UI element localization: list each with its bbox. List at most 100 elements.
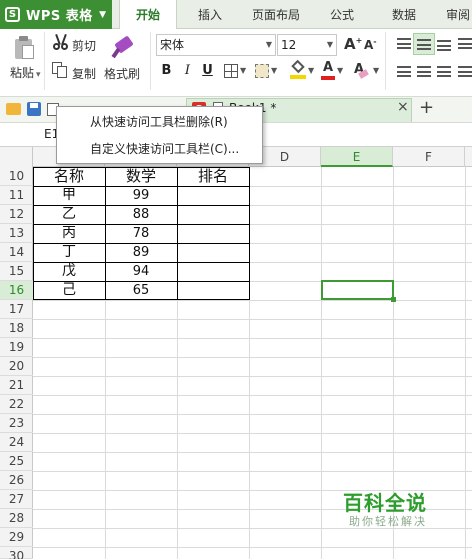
table-cell[interactable]: 丙 [33, 224, 105, 243]
select-all-corner[interactable] [0, 147, 33, 167]
table-cell[interactable]: 65 [105, 281, 177, 300]
header-cell-name[interactable]: 名称 [33, 167, 105, 186]
font-color-icon[interactable]: A [321, 60, 335, 80]
table-cell[interactable]: 88 [105, 205, 177, 224]
chevron-down-icon[interactable]: ▼ [308, 66, 314, 75]
row-header[interactable]: 24 [0, 433, 33, 452]
table-cell[interactable]: 78 [105, 224, 177, 243]
table-cell[interactable] [177, 262, 249, 281]
table-cell[interactable]: 乙 [33, 205, 105, 224]
row-header[interactable]: 12 [0, 205, 33, 224]
row-header[interactable]: 30 [0, 547, 33, 559]
grid-line [33, 376, 472, 377]
spreadsheet-window: S WPS 表格 ▼ 开始 插入 页面布局 公式 数据 审阅 粘贴 ▾ 剪切 复制… [0, 0, 472, 559]
table-cell[interactable] [177, 243, 249, 262]
row-header[interactable]: 18 [0, 319, 33, 338]
grid-line [33, 547, 472, 548]
wrap-text-icon[interactable] [458, 38, 472, 49]
open-folder-icon[interactable] [6, 103, 21, 115]
row-header[interactable]: 15 [0, 262, 33, 281]
divider [44, 32, 45, 90]
tab-data[interactable]: 数据 [380, 0, 428, 29]
menu-item-customize-qat[interactable]: 自定义快速访问工具栏(C)... [57, 137, 262, 162]
save-icon[interactable] [27, 102, 41, 116]
align-center-icon[interactable] [417, 66, 431, 77]
tab-home[interactable]: 开始 [119, 0, 177, 30]
align-bottom-icon[interactable] [437, 40, 451, 51]
chevron-down-icon[interactable]: ▼ [271, 66, 277, 75]
fill-pattern-icon[interactable] [255, 64, 269, 78]
table-cell[interactable]: 89 [105, 243, 177, 262]
table-cell[interactable]: 99 [105, 186, 177, 205]
tab-review[interactable]: 审阅 [446, 0, 472, 29]
chevron-down-icon[interactable]: ▼ [373, 66, 379, 75]
bold-button[interactable]: B [158, 62, 175, 80]
tab-page-layout[interactable]: 页面布局 [245, 0, 307, 29]
paste-button[interactable]: 粘贴 ▾ [10, 64, 41, 81]
chevron-down-icon[interactable]: ▼ [240, 66, 246, 75]
shrink-font-button[interactable]: A- [364, 37, 377, 52]
copy-icon[interactable] [52, 62, 68, 79]
column-header-e[interactable]: E [321, 147, 393, 167]
table-cell[interactable]: 丁 [33, 243, 105, 262]
close-tab-button[interactable]: × [397, 99, 409, 115]
grow-font-button[interactable]: A+ [344, 35, 362, 53]
paste-icon[interactable] [13, 36, 35, 60]
menu-item-remove-from-qat[interactable]: 从快速访问工具栏删除(R) [57, 110, 262, 135]
clear-format-icon[interactable]: A [352, 62, 369, 79]
header-cell-rank[interactable]: 排名 [177, 167, 249, 186]
row-header[interactable]: 29 [0, 528, 33, 547]
table-cell[interactable]: 戊 [33, 262, 105, 281]
row-header[interactable]: 28 [0, 509, 33, 528]
chevron-down-icon[interactable]: ▼ [337, 66, 343, 75]
align-left-icon[interactable] [397, 66, 411, 77]
borders-icon[interactable] [224, 64, 238, 78]
chevron-down-icon: ▼ [326, 40, 333, 49]
row-header[interactable]: 17 [0, 300, 33, 319]
table-cell[interactable] [177, 205, 249, 224]
row-header[interactable]: 14 [0, 243, 33, 262]
tab-formula[interactable]: 公式 [318, 0, 366, 29]
font-size-select[interactable]: 12 ▼ [277, 34, 337, 56]
table-cell[interactable]: 94 [105, 262, 177, 281]
column-header-f[interactable]: F [393, 147, 465, 167]
selected-cell[interactable] [321, 280, 394, 300]
row-header[interactable]: 23 [0, 414, 33, 433]
justify-icon[interactable] [458, 66, 472, 77]
row-header[interactable]: 19 [0, 338, 33, 357]
italic-button[interactable]: I [179, 62, 196, 80]
grid-line [33, 319, 472, 320]
table-cell[interactable]: 己 [33, 281, 105, 300]
fill-color-icon[interactable] [290, 59, 306, 79]
fill-handle[interactable] [391, 297, 396, 302]
copy-button[interactable]: 复制 [72, 65, 96, 82]
table-cell[interactable] [177, 224, 249, 243]
format-painter-button[interactable]: 格式刷 [104, 65, 140, 82]
table-cell[interactable] [177, 281, 249, 300]
cut-button[interactable]: 剪切 [72, 37, 96, 54]
table-cell[interactable] [177, 186, 249, 205]
font-name-select[interactable]: 宋体 ▼ [156, 34, 276, 56]
row-header[interactable]: 27 [0, 490, 33, 509]
tab-insert[interactable]: 插入 [185, 0, 235, 29]
wps-logo-icon: S [5, 7, 20, 22]
row-header[interactable]: 20 [0, 357, 33, 376]
row-header[interactable]: 25 [0, 452, 33, 471]
format-painter-icon[interactable] [111, 33, 135, 59]
align-top-icon[interactable] [397, 38, 411, 49]
row-header[interactable]: 26 [0, 471, 33, 490]
row-header[interactable]: 11 [0, 186, 33, 205]
grid-line [33, 414, 472, 415]
align-right-icon[interactable] [437, 66, 451, 77]
row-header[interactable]: 22 [0, 395, 33, 414]
header-cell-math[interactable]: 数学 [105, 167, 177, 186]
row-header[interactable]: 21 [0, 376, 33, 395]
app-menu-button[interactable]: S WPS 表格 ▼ [0, 0, 112, 29]
row-header[interactable]: 13 [0, 224, 33, 243]
new-tab-button[interactable]: + [419, 97, 434, 118]
table-cell[interactable]: 甲 [33, 186, 105, 205]
underline-button[interactable]: U [199, 62, 216, 80]
scissors-icon[interactable] [52, 33, 70, 52]
row-header[interactable]: 16 [0, 281, 33, 300]
row-header[interactable]: 10 [0, 167, 33, 186]
